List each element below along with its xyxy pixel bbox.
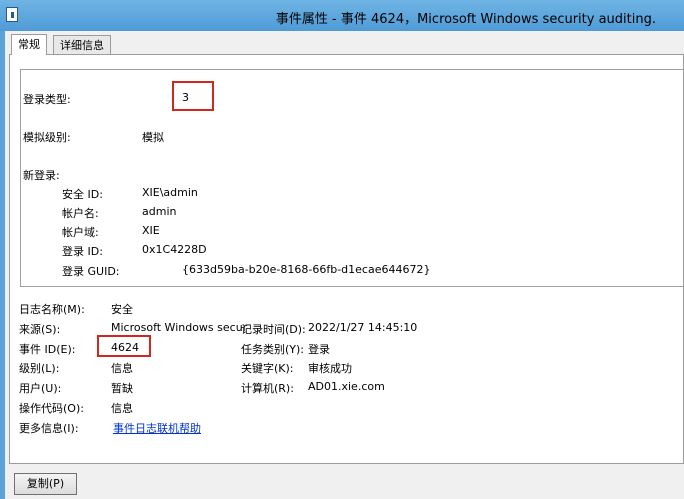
computer-value: AD01.xie.com bbox=[308, 380, 385, 393]
event-log-help-link[interactable]: 事件日志联机帮助 bbox=[113, 420, 201, 436]
opcode-label: 操作代码(O): bbox=[19, 402, 84, 415]
account-domain-value: XIE bbox=[142, 224, 160, 237]
event-id-value: 4624 bbox=[111, 341, 139, 354]
tab-general-label: 常规 bbox=[18, 38, 40, 51]
keywords-label: 关键字(K): bbox=[241, 362, 294, 375]
more-info-label: 更多信息(I): bbox=[19, 422, 79, 435]
logon-type-value: 3 bbox=[182, 91, 189, 104]
logon-type-highlight bbox=[172, 81, 214, 111]
window-title: 事件属性 - 事件 4624，Microsoft Windows securit… bbox=[275, 12, 656, 27]
computer-label: 计算机(R): bbox=[241, 382, 294, 395]
tab-details[interactable]: 详细信息 bbox=[53, 35, 111, 54]
copy-button[interactable]: 复制(P) bbox=[14, 473, 77, 495]
event-description-box[interactable]: 登录类型: 3 模拟级别: 模拟 新登录: 安全 ID: XIE\admin 帐… bbox=[20, 69, 684, 287]
logon-type-label: 登录类型: bbox=[23, 93, 71, 106]
new-logon-label: 新登录: bbox=[23, 169, 60, 182]
user-label: 用户(U): bbox=[19, 382, 62, 395]
event-properties-window: 常规 详细信息 登录类型: 3 模拟级别: 模拟 新登录: 安全 ID: XIE… bbox=[5, 31, 684, 499]
logon-id-value: 0x1C4228D bbox=[142, 243, 207, 256]
logged-value: 2022/1/27 14:45:10 bbox=[308, 321, 418, 334]
event-id-label: 事件 ID(E): bbox=[19, 343, 76, 356]
account-domain-label: 帐户域: bbox=[62, 226, 99, 239]
impersonation-level-label: 模拟级别: bbox=[23, 131, 71, 144]
account-name-value: admin bbox=[142, 205, 177, 218]
tab-general[interactable]: 常规 bbox=[11, 34, 47, 55]
log-name-value: 安全 bbox=[111, 303, 133, 316]
security-id-value: XIE\admin bbox=[142, 186, 198, 199]
general-tab-panel: 登录类型: 3 模拟级别: 模拟 新登录: 安全 ID: XIE\admin 帐… bbox=[9, 54, 684, 464]
impersonation-level-value: 模拟 bbox=[142, 131, 164, 144]
log-name-label: 日志名称(M): bbox=[19, 303, 85, 316]
title-bar[interactable]: 事件属性 - 事件 4624，Microsoft Windows securit… bbox=[0, 0, 684, 31]
event-viewer-icon bbox=[6, 7, 18, 22]
logged-label: 记录时间(D): bbox=[241, 323, 306, 336]
security-id-label: 安全 ID: bbox=[62, 188, 103, 201]
logon-id-label: 登录 ID: bbox=[62, 245, 103, 258]
logon-guid-label: 登录 GUID: bbox=[62, 265, 120, 278]
level-value: 信息 bbox=[111, 362, 133, 375]
keywords-value: 审核成功 bbox=[308, 362, 352, 375]
source-value: Microsoft Windows secur bbox=[111, 321, 248, 334]
opcode-value: 信息 bbox=[111, 402, 133, 415]
task-category-label: 任务类别(Y): bbox=[241, 343, 305, 356]
tab-details-label: 详细信息 bbox=[60, 39, 104, 52]
user-value: 暂缺 bbox=[111, 382, 133, 395]
logon-guid-value: {633d59ba-b20e-8168-66fb-d1ecae644672} bbox=[182, 263, 431, 276]
task-category-value: 登录 bbox=[308, 343, 330, 356]
account-name-label: 帐户名: bbox=[62, 207, 99, 220]
level-label: 级别(L): bbox=[19, 362, 60, 375]
source-label: 来源(S): bbox=[19, 323, 61, 336]
